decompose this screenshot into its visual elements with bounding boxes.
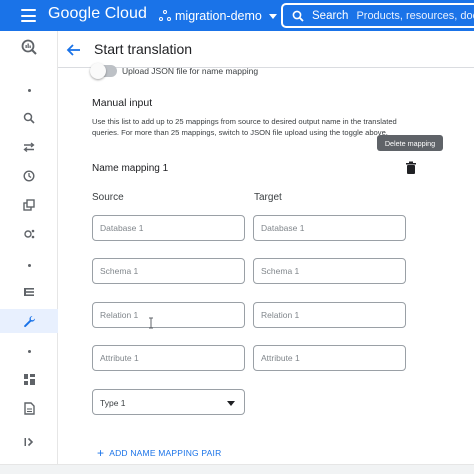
source-database-input[interactable]	[93, 216, 244, 240]
source-schema-field[interactable]	[92, 258, 245, 284]
bigquery-icon[interactable]	[0, 35, 58, 59]
source-schema-input[interactable]	[93, 259, 244, 283]
search-icon	[292, 10, 304, 22]
toggle-knob	[90, 63, 106, 79]
rail-separator-dot	[28, 350, 31, 353]
source-attribute-input[interactable]	[93, 346, 244, 370]
add-name-mapping-pair-button[interactable]: + ADD NAME MAPPING PAIR	[97, 446, 221, 460]
page-header: Start translation	[58, 31, 474, 68]
analytics-icon[interactable]	[0, 222, 58, 246]
source-database-field[interactable]	[92, 215, 245, 241]
target-database-input[interactable]	[254, 216, 405, 240]
wrench-icon[interactable]	[0, 309, 58, 333]
caret-down-icon	[268, 13, 277, 19]
top-app-bar: Google Cloud migration-demo Search Produ…	[0, 0, 474, 31]
page-title: Start translation	[94, 41, 193, 57]
bottom-strip	[0, 464, 474, 474]
workflow-icon[interactable]	[0, 193, 58, 217]
type-select[interactable]: Type 1	[92, 389, 245, 415]
manual-input-helper-text: Use this list to add up to 25 mappings f…	[92, 117, 397, 137]
search-placeholder: Products, resources, docs	[356, 9, 474, 22]
type-select-value: Type 1	[100, 398, 126, 408]
target-database-field[interactable]	[253, 215, 406, 241]
name-mapping-title: Name mapping 1	[92, 163, 169, 174]
source-column-label: Source	[92, 192, 124, 203]
rail-separator-dot	[28, 264, 31, 267]
target-relation-field[interactable]	[253, 302, 406, 328]
target-attribute-input[interactable]	[254, 346, 405, 370]
hamburger-menu-icon[interactable]	[21, 9, 36, 22]
plus-icon: +	[97, 446, 105, 460]
target-attribute-field[interactable]	[253, 345, 406, 371]
delete-mapping-tooltip: Delete mapping	[377, 135, 443, 151]
document-icon[interactable]	[0, 396, 58, 420]
text-cursor-icon	[149, 317, 153, 329]
google-cloud-logo[interactable]: Google Cloud	[48, 5, 147, 23]
history-icon[interactable]	[0, 164, 58, 188]
left-nav-rail	[0, 31, 58, 474]
source-relation-input[interactable]	[93, 303, 244, 327]
upload-json-toggle[interactable]	[90, 63, 117, 79]
expand-icon[interactable]	[0, 430, 58, 454]
upload-json-toggle-label: Upload JSON file for name mapping	[122, 66, 259, 76]
dashboard-icon[interactable]	[0, 367, 58, 391]
search-label: Search	[312, 9, 349, 22]
project-name: migration-demo	[175, 9, 262, 23]
target-relation-input[interactable]	[254, 303, 405, 327]
manual-input-title: Manual input	[92, 97, 153, 109]
target-schema-field[interactable]	[253, 258, 406, 284]
target-schema-input[interactable]	[254, 259, 405, 283]
source-relation-field[interactable]	[92, 302, 245, 328]
dropdown-arrow-icon	[227, 401, 235, 406]
transfer-icon[interactable]	[0, 135, 58, 159]
project-icon	[159, 10, 171, 22]
list-icon[interactable]	[0, 280, 58, 304]
target-column-label: Target	[254, 192, 282, 203]
project-picker[interactable]: migration-demo	[159, 6, 277, 26]
delete-mapping-icon[interactable]	[405, 161, 417, 175]
search-bar[interactable]: Search Products, resources, docs	[281, 3, 474, 28]
rail-separator-dot	[28, 89, 31, 92]
source-attribute-field[interactable]	[92, 345, 245, 371]
search-icon[interactable]	[0, 106, 58, 130]
back-arrow-icon[interactable]	[64, 40, 84, 60]
add-name-mapping-pair-label: ADD NAME MAPPING PAIR	[109, 448, 222, 458]
